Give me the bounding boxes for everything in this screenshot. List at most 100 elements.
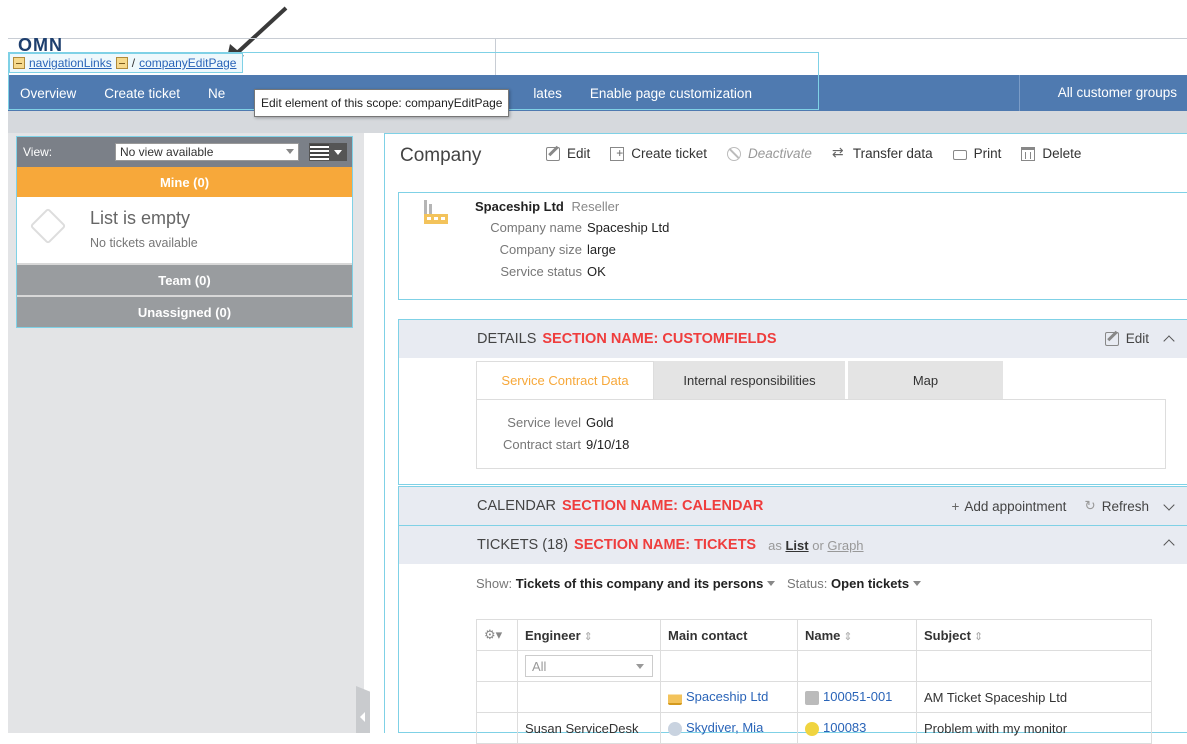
view-select[interactable]: No view available	[115, 143, 299, 161]
engineer-filter-cell: All	[517, 650, 661, 682]
factory-icon	[668, 689, 682, 706]
empty-cell	[476, 650, 518, 682]
transfer-label: Transfer data	[852, 146, 933, 161]
field-value: large	[587, 242, 616, 257]
field-value: 9/10/18	[586, 437, 630, 452]
calendar-section-name: SECTION NAME: CALENDAR	[561, 498, 764, 514]
delete-button[interactable]: Delete	[1021, 146, 1081, 161]
graph-link[interactable]: Graph	[827, 538, 863, 553]
empty-list-icon	[29, 207, 67, 245]
chevron-down-icon	[330, 144, 346, 160]
filter-row: All	[476, 650, 1152, 682]
company-name: Spaceship Ltd	[475, 199, 564, 214]
subject-cell: AM Ticket Spaceship Ltd	[916, 681, 1152, 713]
show-filter[interactable]: Tickets of this company and its persons	[516, 576, 764, 591]
grid-icon	[310, 144, 330, 160]
scope-breadcrumb: navigationLinks / companyEditPage	[9, 53, 244, 73]
subject-cell: Problem with my monitor	[916, 712, 1152, 744]
ticket-icon	[805, 721, 819, 736]
field-company-size: Company size large	[475, 242, 616, 257]
chevron-up-icon[interactable]	[1163, 334, 1175, 347]
group-team[interactable]: Team (0)	[17, 263, 352, 295]
tickets-section-name: SECTION NAME: TICKETS	[574, 537, 757, 553]
create-ticket-icon	[610, 146, 625, 161]
engineer-cell: Susan ServiceDesk	[517, 712, 661, 744]
column-layout-button[interactable]	[309, 143, 347, 161]
contact-cell: Skydiver, Mia	[660, 712, 798, 744]
empty-cell	[916, 650, 1152, 682]
scope-link-navigationlinks[interactable]: navigationLinks	[29, 56, 112, 70]
refresh-button[interactable]: Refresh	[1102, 499, 1149, 514]
nav-hidden-item[interactable]: Ne	[196, 86, 241, 101]
or-text: or	[812, 537, 824, 553]
nav-create-ticket[interactable]: Create ticket	[92, 86, 196, 101]
nav-customer-groups[interactable]: All customer groups	[1058, 85, 1177, 100]
chevron-up-icon[interactable]	[1163, 539, 1175, 551]
group-unassigned[interactable]: Unassigned (0)	[17, 295, 352, 327]
edit-icon	[1104, 331, 1119, 346]
delete-label: Delete	[1042, 146, 1082, 161]
nav-overview[interactable]: Overview	[8, 86, 92, 101]
table-row[interactable]: Spaceship Ltd 100051-001 AM Ticket Space…	[476, 681, 1152, 713]
plus-icon: +	[951, 498, 960, 514]
status-label: Status:	[786, 576, 828, 591]
ticket-link[interactable]: 100051-001	[823, 689, 892, 704]
table-header-row: ⚙▾ Engineer ⇕ Main contact Name ⇕ Subject ⇕	[476, 619, 1152, 651]
tickets-header[interactable]: TICKETS (18) SECTION NAME: TICKETS as Li…	[399, 526, 1187, 564]
calendar-actions: + Add appointment ↻ Refresh	[951, 498, 1179, 514]
calendar-header[interactable]: CALENDAR SECTION NAME: CALENDAR + Add ap…	[399, 487, 1187, 525]
sub-bar	[8, 111, 1187, 133]
table-row[interactable]: Susan ServiceDesk Skydiver, Mia 100083 P…	[476, 712, 1152, 744]
create-ticket-button[interactable]: Create ticket	[610, 146, 707, 161]
tab-map[interactable]: Map	[848, 361, 1006, 399]
column-subject[interactable]: Subject ⇕	[916, 619, 1152, 651]
chevron-down-icon	[286, 149, 294, 154]
calendar-title: CALENDAR	[477, 498, 556, 514]
column-settings[interactable]: ⚙▾	[476, 619, 518, 651]
page-toolbar: Edit Create ticket Deactivate Transfer d…	[546, 144, 1101, 162]
print-button[interactable]: Print	[952, 146, 1001, 161]
column-name[interactable]: Name ⇕	[797, 619, 917, 651]
as-text: as	[768, 537, 782, 553]
edit-icon	[546, 146, 560, 161]
tab-service-contract-data[interactable]: Service Contract Data	[476, 361, 654, 399]
logo: OMN	[18, 38, 63, 52]
main-navbar: Overview Create ticket Ne lates Enable p…	[8, 75, 1187, 111]
empty-cell	[660, 650, 798, 682]
column-label: Name	[805, 627, 841, 643]
transfer-data-button[interactable]: Transfer data	[832, 144, 933, 162]
status-filter[interactable]: Open tickets	[831, 576, 909, 591]
gear-icon: ⚙▾	[484, 627, 503, 642]
field-value: Spaceship Ltd	[587, 220, 670, 235]
edit-label: Edit	[567, 146, 591, 161]
column-main-contact[interactable]: Main contact	[660, 619, 798, 651]
column-label: Subject	[924, 627, 971, 643]
nav-templates[interactable]: lates	[521, 86, 578, 101]
tab-internal-responsibilities[interactable]: Internal responsibilities	[654, 361, 848, 399]
details-edit-button[interactable]: Edit	[1126, 331, 1149, 346]
deactivate-label: Deactivate	[748, 146, 812, 161]
deactivate-button[interactable]: Deactivate	[727, 146, 812, 161]
add-appointment-button[interactable]: Add appointment	[964, 499, 1066, 514]
company-header: Spaceship Ltd Reseller	[475, 199, 619, 214]
field-contract-start: Contract start 9/10/18	[476, 437, 629, 452]
edit-button[interactable]: Edit	[546, 146, 590, 161]
engineer-filter-select[interactable]: All	[525, 655, 653, 677]
calendar-section: CALENDAR SECTION NAME: CALENDAR + Add ap…	[398, 486, 1187, 526]
list-link[interactable]: List	[785, 538, 808, 553]
ticket-icon	[805, 690, 819, 705]
field-service-level: Service level Gold	[476, 415, 613, 430]
scope-link-companyeditpage[interactable]: companyEditPage	[139, 56, 236, 70]
filter-value: All	[532, 658, 547, 674]
group-mine[interactable]: Mine (0)	[17, 167, 352, 197]
empty-cell	[797, 650, 917, 682]
hierarchy-icon	[13, 57, 25, 69]
chevron-down-icon[interactable]	[1163, 499, 1175, 511]
tab-panel	[476, 399, 1166, 469]
column-engineer[interactable]: Engineer ⇕	[517, 619, 661, 651]
contact-link[interactable]: Spaceship Ltd	[686, 689, 768, 704]
details-header[interactable]: DETAILS SECTION NAME: CUSTOMFIELDS Edit	[399, 320, 1187, 358]
sidebar-collapse-handle[interactable]	[356, 686, 370, 733]
sort-icon: ⇕	[973, 630, 984, 643]
nav-enable-customization[interactable]: Enable page customization	[578, 86, 768, 101]
